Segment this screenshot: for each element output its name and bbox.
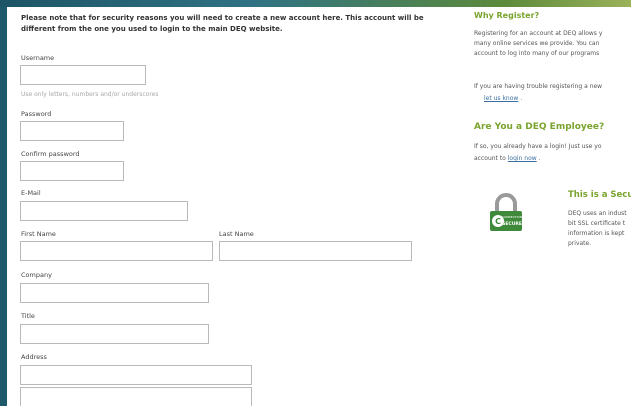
why-register-text-2: many online services we provide. You can [474,40,600,47]
username-hint: Use only letters, numbers and/or undersc… [21,91,159,98]
email-label: E-Mail [21,189,41,197]
sidebar: Why Register? Registering for an account… [474,7,631,406]
svg-text:C: C [495,217,501,226]
confirm-password-input[interactable] [20,161,124,181]
secure-text-3: information is kept [568,230,625,237]
trouble-suffix: . [520,95,523,102]
why-register-heading: Why Register? [474,11,540,20]
security-notice-line-2: different from the one you used to login… [21,25,283,33]
title-label: Title [21,312,35,320]
company-label: Company [21,271,52,279]
why-register-text-3: account to log into many of our programs [474,50,600,57]
employee-suffix: . [538,155,541,162]
login-now-link[interactable]: login now [508,155,537,162]
security-notice: Please note that for security reasons yo… [21,13,441,35]
company-input[interactable] [20,283,209,303]
employee-text-1: If so, you already have a login! Just us… [474,143,602,150]
first-name-label: First Name [21,230,56,238]
password-input[interactable] [20,121,124,141]
secure-text-4: private. [568,240,592,247]
username-input[interactable] [20,65,146,85]
registration-page: Please note that for security reasons yo… [7,7,631,406]
employee-heading: Are You a DEQ Employee? [474,122,605,132]
secure-heading: This is a Secu [568,190,631,200]
address-label: Address [21,353,47,361]
secure-connection-badge-icon: C CONNECTION SECURE [490,193,522,231]
employee-text-row: account to login now . [474,154,541,164]
first-name-input[interactable] [20,241,213,261]
let-us-know-link[interactable]: let us know [484,95,518,102]
window-frame-top [0,0,631,7]
address-line-2-input[interactable] [20,387,252,406]
badge-top-text: CONNECTION [502,215,522,219]
security-notice-line-1: Please note that for security reasons yo… [21,14,424,22]
confirm-password-label: Confirm password [21,150,80,158]
trouble-text: If you are having trouble registering a … [474,83,603,90]
secure-text-1: DEQ uses an indust [568,210,627,217]
last-name-input[interactable] [219,241,412,261]
title-input[interactable] [20,324,209,344]
address-line-1-input[interactable] [20,365,252,385]
badge-bottom-text: SECURE [502,221,522,227]
employee-prefix: account to [474,155,506,162]
why-register-text-1: Registering for an account at DEQ allows… [474,30,603,37]
email-input[interactable] [20,201,188,221]
password-label: Password [21,110,52,118]
secure-text-2: bit SSL certificate t [568,220,626,227]
last-name-label: Last Name [219,230,254,238]
username-label: Username [21,54,55,62]
trouble-link-row: let us know . [484,94,522,104]
